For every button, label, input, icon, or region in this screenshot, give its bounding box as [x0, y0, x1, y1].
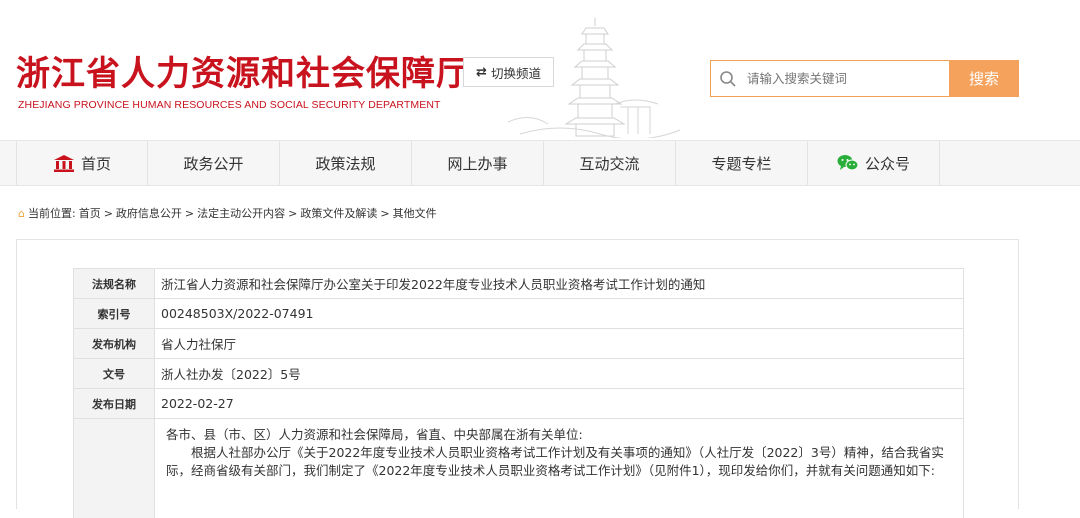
meta-value: 00248503X/2022-07491 [154, 298, 964, 329]
search-input[interactable] [747, 71, 917, 86]
meta-value: 浙江省人力资源和社会保障厅办公室关于印发2022年度专业技术人员职业资格考试工作… [154, 268, 964, 299]
breadcrumb-statutory[interactable]: 法定主动公开内容 [197, 205, 285, 221]
search-button[interactable]: 搜索 [949, 60, 1019, 97]
body-label-cell [73, 418, 155, 518]
shuffle-icon: ⇄ [476, 64, 487, 80]
site-title[interactable]: 浙江省人力资源和社会保障厅 [16, 46, 471, 95]
body-paragraph: 根据人社部办公厅《关于2022年度专业技术人员职业资格考试工作计划及有关事项的通… [166, 445, 944, 478]
nav-wechat[interactable]: 公众号 [808, 141, 940, 185]
breadcrumb-separator: > [380, 206, 390, 220]
table-row: 法规名称 浙江省人力资源和社会保障厅办公室关于印发2022年度专业技术人员职业资… [73, 268, 964, 299]
breadcrumb-other-docs[interactable]: 其他文件 [393, 205, 437, 221]
meta-value: 省人力社保厅 [154, 328, 964, 359]
nav-interaction[interactable]: 互动交流 [544, 141, 676, 185]
table-row: 发布机构 省人力社保厅 [73, 328, 964, 359]
breadcrumb-separator: > [184, 206, 195, 220]
nav-wechat-label: 公众号 [864, 154, 910, 173]
breadcrumb-separator: > [288, 206, 298, 220]
table-row: 文号 浙人社办发〔2022〕5号 [73, 358, 964, 389]
meta-label: 索引号 [73, 298, 155, 329]
document-meta-table: 法规名称 浙江省人力资源和社会保障厅办公室关于印发2022年度专业技术人员职业资… [73, 268, 964, 419]
nav-government-affairs[interactable]: 政务公开 [148, 141, 280, 185]
site-header: 浙江省人力资源和社会保障厅 ZHEJIANG PROVINCE HUMAN RE… [0, 6, 1080, 140]
article-panel: 法规名称 浙江省人力资源和社会保障厅办公室关于印发2022年度专业技术人员职业资… [16, 239, 1019, 518]
document-body: 各市、县（市、区）人力资源和社会保障局，省直、中央部属在浙有关单位: 根据人社部… [154, 418, 964, 518]
breadcrumb-policy-docs[interactable]: 政策文件及解读 [300, 205, 377, 221]
wechat-icon [837, 155, 859, 171]
table-row: 发布日期 2022-02-27 [73, 388, 964, 419]
meta-label: 文号 [73, 358, 155, 389]
home-icon [53, 155, 74, 172]
table-row: 索引号 00248503X/2022-07491 [73, 298, 964, 329]
nav-home-label: 首页 [80, 154, 111, 173]
search-field[interactable] [710, 60, 949, 97]
pagoda-illustration [507, 18, 681, 138]
meta-value: 浙人社办发〔2022〕5号 [154, 358, 964, 389]
body-salutation: 各市、县（市、区）人力资源和社会保障局，省直、中央部属在浙有关单位: [166, 427, 583, 442]
nav-online-services[interactable]: 网上办事 [412, 141, 544, 185]
nav-home[interactable]: 首页 [16, 141, 148, 185]
breadcrumb-separator: > [103, 206, 113, 220]
breadcrumb-gov-info[interactable]: 政府信息公开 [116, 205, 182, 221]
nav-special-topics[interactable]: 专题专栏 [676, 141, 808, 185]
meta-label: 法规名称 [73, 268, 155, 299]
site-title-en: ZHEJIANG PROVINCE HUMAN RESOURCES AND SO… [18, 99, 441, 111]
breadcrumb: ⌂ 当前位置: 首页 > 政府信息公开 > 法定主动公开内容 > 政策文件及解读… [18, 205, 437, 221]
meta-label: 发布日期 [73, 388, 155, 419]
search-icon [720, 70, 736, 87]
breadcrumb-home[interactable]: 首页 [79, 205, 101, 221]
breadcrumb-prefix: 当前位置: [27, 207, 76, 220]
meta-value: 2022-02-27 [154, 388, 964, 419]
search-bar: 搜索 [710, 60, 1019, 97]
nav-policies[interactable]: 政策法规 [280, 141, 412, 185]
meta-label: 发布机构 [73, 328, 155, 359]
main-nav: 首页 政务公开 政策法规 网上办事 互动交流 专题专栏 公众号 [0, 140, 1080, 186]
home-location-icon: ⌂ [18, 206, 25, 220]
